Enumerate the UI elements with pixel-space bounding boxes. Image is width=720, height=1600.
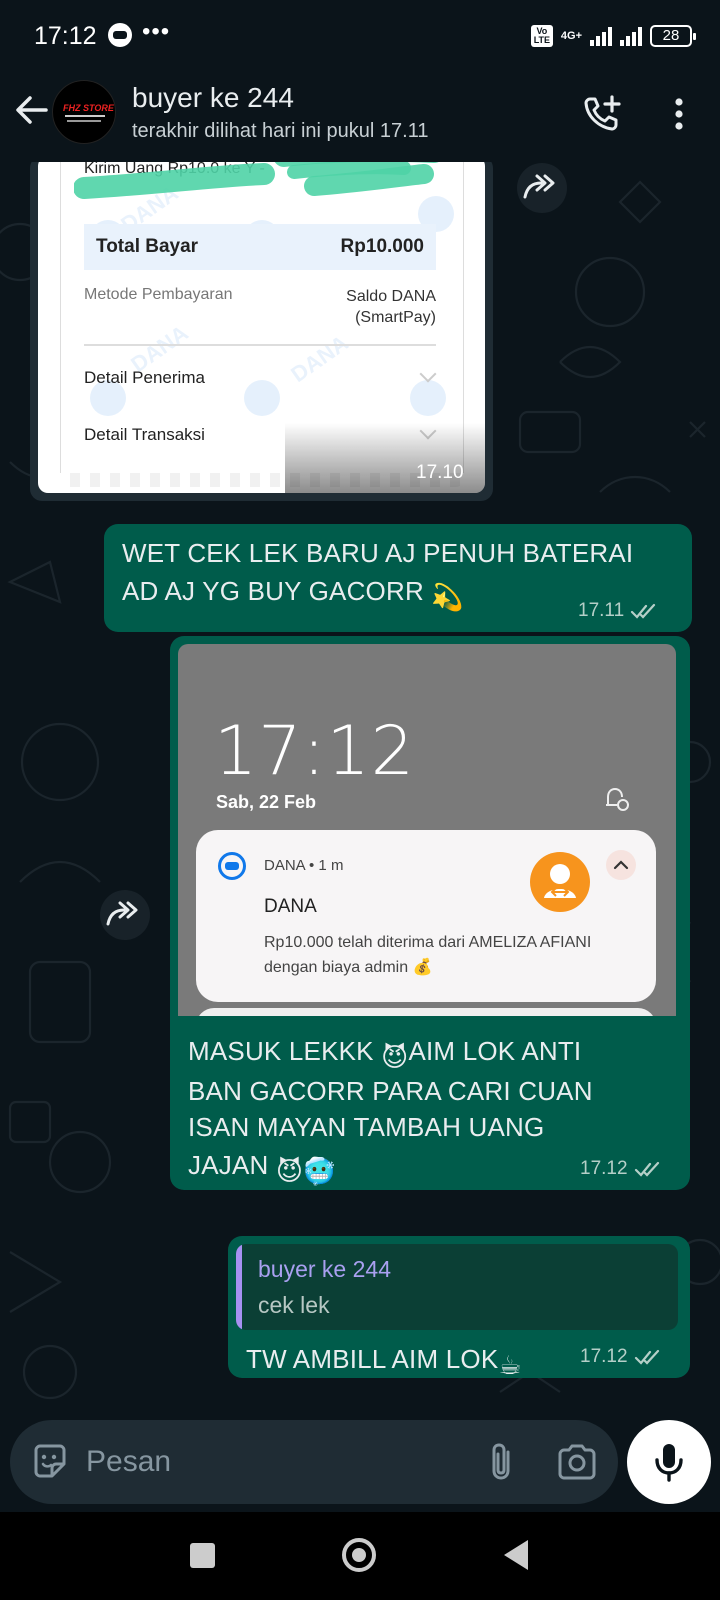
more-vert-icon bbox=[675, 98, 683, 130]
total-label: Total Bayar bbox=[96, 236, 199, 257]
double-check-icon bbox=[634, 1349, 659, 1365]
total-payment-row: Total Bayar Rp10.000 bbox=[84, 224, 436, 270]
double-check-icon bbox=[634, 1161, 659, 1177]
message-time: 17.12 bbox=[580, 1158, 628, 1179]
quote-accent-bar bbox=[236, 1244, 242, 1330]
battery-icon: 28 bbox=[650, 25, 696, 47]
outgoing-image-message[interactable]: 17:12 Sab, 22 Feb DANA • 1 m DANA Rp10.0… bbox=[170, 636, 690, 1190]
contact-avatar[interactable]: FHZ STORE bbox=[52, 80, 116, 144]
more-options-button[interactable] bbox=[664, 94, 694, 134]
message-meta: 17.12 bbox=[580, 1346, 662, 1368]
caption-line: ISAN MAYAN TAMBAH UANG bbox=[188, 1112, 545, 1142]
notification-app-icon bbox=[108, 23, 132, 47]
voice-message-button[interactable] bbox=[627, 1420, 711, 1504]
dana-watermark-icon bbox=[410, 380, 446, 416]
dana-notification-card: DANA • 1 m DANA Rp10.000 telah diterima … bbox=[196, 830, 656, 1002]
notification-screenshot[interactable]: 17:12 Sab, 22 Feb DANA • 1 m DANA Rp10.0… bbox=[178, 644, 676, 1016]
detail-recipient-label: Detail Penerima bbox=[84, 368, 205, 387]
status-bar: 17:12 ••• Vo LTE 4G+ 28 bbox=[0, 0, 720, 70]
lockscreen-date: Sab, 22 Feb bbox=[216, 792, 317, 812]
money-bag-emoji: 💰 bbox=[412, 959, 433, 976]
emoji-button[interactable] bbox=[30, 1442, 70, 1482]
message-time: 17.11 bbox=[578, 600, 625, 621]
caption-line: JAJAN 😈🥶 bbox=[188, 1146, 336, 1190]
attach-button[interactable] bbox=[480, 1440, 524, 1484]
chat-area[interactable]: DANA DANA DANA Kirim Uang Rp10.0 ke Y - … bbox=[0, 162, 720, 1424]
smiling-devil-emoji: 😈 bbox=[381, 1042, 409, 1072]
status-icons: Vo LTE 4G+ 28 bbox=[530, 22, 696, 50]
more-notifications-icon: ••• bbox=[142, 18, 171, 45]
dizzy-emoji: 💫 bbox=[431, 582, 464, 612]
message-time: 17.12 bbox=[580, 1346, 628, 1367]
outgoing-message[interactable]: WET CEK LEK BARU AJ PENUH BATERAI AD AJ … bbox=[104, 524, 692, 632]
total-value: Rp10.000 bbox=[340, 236, 424, 257]
message-meta: 17.12 bbox=[580, 1158, 662, 1180]
dana-watermark-icon bbox=[244, 380, 280, 416]
alarm-settings-icon bbox=[606, 787, 629, 811]
contact-name[interactable]: buyer ke 244 bbox=[132, 82, 294, 114]
volte-badge: Vo LTE bbox=[530, 25, 553, 47]
status-time: 17:12 bbox=[34, 22, 97, 50]
transfer-received-icon bbox=[530, 852, 590, 912]
last-seen-status: terakhir dilihat hari ini pukul 17.11 bbox=[132, 120, 429, 142]
message-text-line: TW AMBILL AIM LOK☕ bbox=[246, 1340, 522, 1384]
system-navigation-bar bbox=[0, 1512, 720, 1600]
double-check-icon bbox=[631, 603, 656, 619]
camera-icon bbox=[558, 1444, 596, 1480]
call-add-icon bbox=[584, 95, 621, 131]
signal-icon-2 bbox=[620, 26, 642, 46]
emoji-sticker-icon bbox=[34, 1444, 66, 1478]
message-input-bar bbox=[10, 1420, 618, 1504]
message-text-line: WET CEK LEK BARU AJ PENUH BATERAI bbox=[122, 538, 634, 568]
receipt-image[interactable]: DANA DANA DANA Kirim Uang Rp10.0 ke Y - … bbox=[38, 162, 485, 493]
payment-method-value: Saldo DANA (SmartPay) bbox=[346, 288, 436, 326]
message-input[interactable] bbox=[86, 1434, 466, 1490]
add-call-button[interactable] bbox=[582, 94, 622, 134]
back-button[interactable] bbox=[12, 88, 52, 132]
chevron-up-icon bbox=[606, 850, 636, 880]
forward-icon bbox=[523, 174, 555, 199]
camera-button[interactable] bbox=[554, 1440, 600, 1484]
redaction-scribble bbox=[74, 162, 439, 199]
notification-app-name: DANA • 1 m bbox=[264, 857, 344, 874]
forward-icon bbox=[106, 901, 138, 926]
chat-header: FHZ STORE buyer ke 244 terakhir dilihat … bbox=[0, 70, 720, 162]
devil-cold-face-emoji: 😈🥶 bbox=[275, 1156, 336, 1186]
message-meta: 17.11 bbox=[578, 600, 658, 622]
caption-line: BAN GACORR PARA CARI CUAN bbox=[188, 1076, 593, 1106]
message-text-line: AD AJ YG BUY GACORR 💫 bbox=[122, 572, 464, 616]
forward-button[interactable] bbox=[100, 890, 150, 940]
hot-beverage-emoji: ☕ bbox=[498, 1350, 522, 1380]
lockscreen-time: 17:12 bbox=[214, 712, 415, 791]
quoted-message[interactable]: buyer ke 244 cek lek bbox=[236, 1244, 678, 1330]
recent-apps-button[interactable] bbox=[190, 1543, 215, 1568]
outgoing-reply-message[interactable]: buyer ke 244 cek lek TW AMBILL AIM LOK☕ … bbox=[228, 1236, 690, 1380]
detail-transaction-label: Detail Transaksi bbox=[84, 425, 205, 444]
paperclip-icon bbox=[492, 1443, 510, 1480]
system-back-button[interactable] bbox=[504, 1540, 528, 1570]
notification-title: DANA bbox=[264, 896, 317, 917]
network-type: 4G+ bbox=[560, 30, 582, 42]
caption-line: MASUK LEKKK 😈AIM LOK ANTI bbox=[188, 1032, 581, 1076]
forward-button[interactable] bbox=[517, 163, 567, 213]
back-arrow-icon bbox=[16, 96, 48, 124]
mic-icon bbox=[655, 1444, 683, 1482]
avatar-logo: FHZ STORE bbox=[63, 103, 114, 113]
dana-app-icon bbox=[218, 852, 246, 880]
quoted-text: cek lek bbox=[258, 1292, 330, 1318]
notification-body: Rp10.000 telah diterima dari AMELIZA AFI… bbox=[264, 934, 592, 976]
quoted-sender: buyer ke 244 bbox=[258, 1256, 391, 1282]
signal-icon bbox=[590, 26, 612, 46]
receipt-image-bubble[interactable]: DANA DANA DANA Kirim Uang Rp10.0 ke Y - … bbox=[30, 162, 493, 501]
message-time: 17.10 bbox=[416, 462, 464, 483]
payment-method-label: Metode Pembayaran bbox=[84, 286, 233, 303]
receipt-divider bbox=[84, 344, 436, 346]
home-button[interactable] bbox=[342, 1538, 376, 1572]
